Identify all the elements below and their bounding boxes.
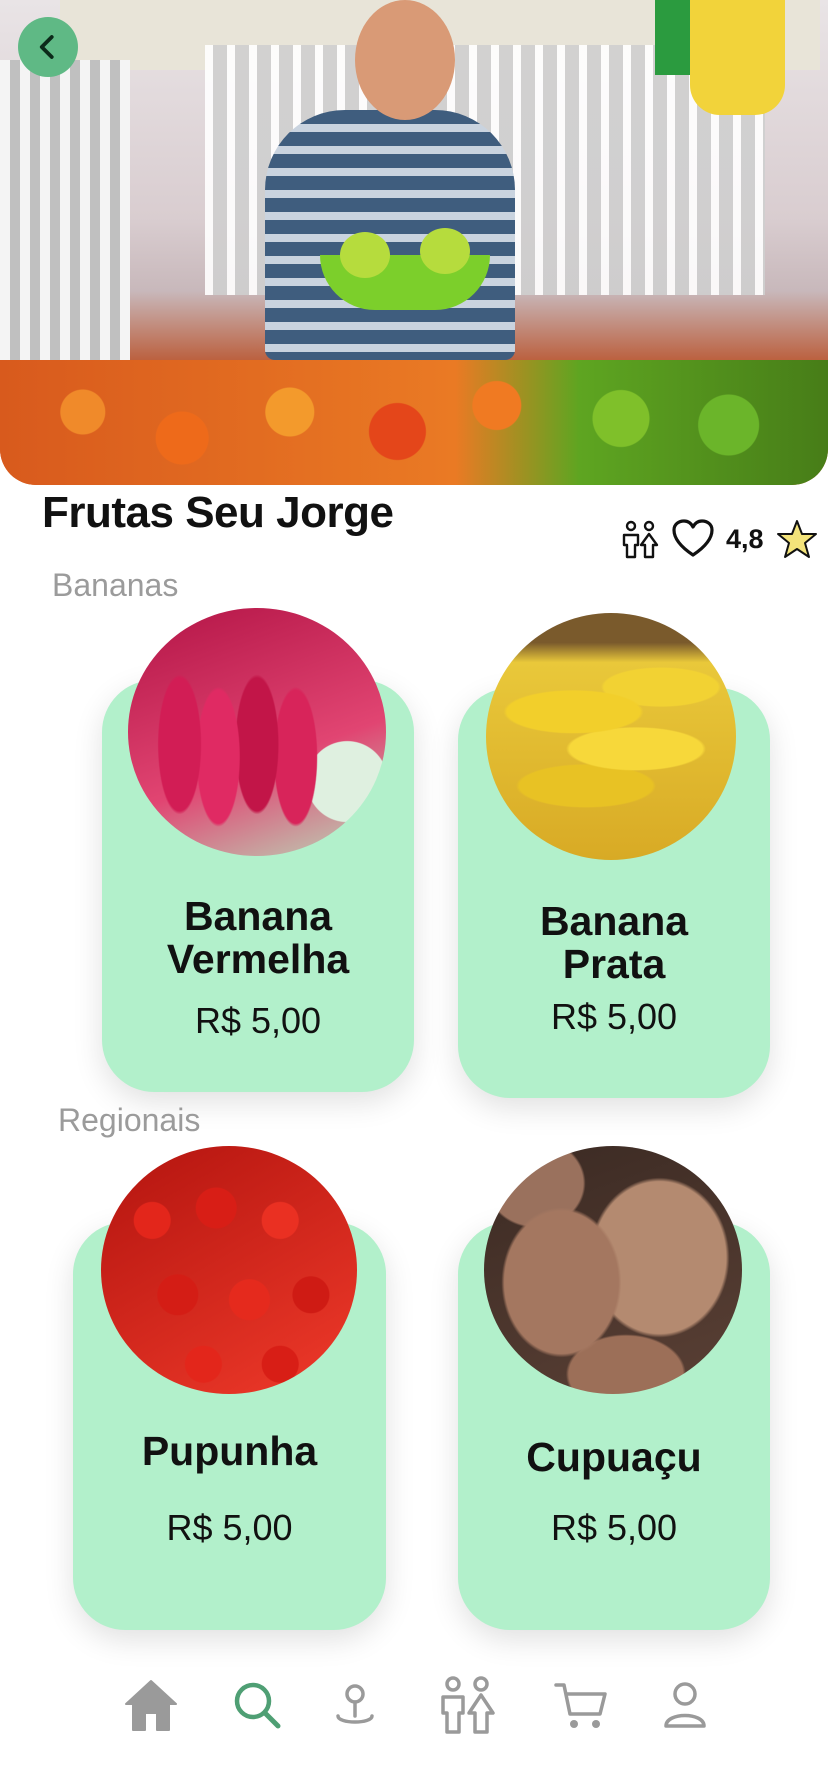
product-photo [128,608,386,856]
rating-value: 4,8 [726,523,764,554]
nav-search[interactable] [222,1670,292,1740]
store-hero-photo [0,0,828,485]
family-icon[interactable] [620,519,660,559]
map-pin-icon [336,1684,374,1724]
product-price: R$ 5,00 [550,996,678,1037]
product-card-banana-prata[interactable]: Banana Prata R$ 5,00 [458,613,770,1098]
product-card-pupunha[interactable]: Pupunha R$ 5,00 [73,1146,386,1630]
heart-icon[interactable] [672,519,714,559]
product-card-banana-vermelha[interactable]: Banana Vermelha R$ 5,00 [102,608,414,1092]
product-price: R$ 5,00 [194,1000,322,1041]
store-name: Frutas Seu Jorge [42,488,394,537]
product-name: Pupunha [141,1428,318,1474]
store-meta: 4,8 [620,515,818,563]
product-name: Banana Prata [539,898,689,987]
nav-cart[interactable] [546,1670,616,1740]
nav-home[interactable] [116,1670,186,1740]
cart-icon [554,1683,607,1728]
user-icon [664,1682,706,1728]
nav-location[interactable] [320,1670,390,1740]
nav-profile[interactable] [650,1670,720,1740]
nav-community[interactable] [432,1670,502,1740]
section-label-bananas: Bananas [52,567,179,603]
product-photo [101,1146,357,1394]
section-label-regionais: Regionais [58,1102,201,1138]
product-name: Cupuaçu [526,1434,702,1480]
bottom-nav [0,1670,828,1750]
product-name: Banana Vermelha [166,893,350,982]
product-price: R$ 5,00 [550,1507,678,1548]
back-button[interactable] [18,17,78,77]
product-card-cupuacu[interactable]: Cupuaçu R$ 5,00 [458,1146,770,1630]
product-photo [484,1146,742,1394]
search-icon [234,1682,281,1729]
chevron-left-icon [39,35,54,59]
family-icon [441,1676,495,1734]
product-photo [486,613,736,860]
product-price: R$ 5,00 [166,1507,293,1548]
home-icon [125,1680,177,1731]
star-icon [776,520,817,558]
